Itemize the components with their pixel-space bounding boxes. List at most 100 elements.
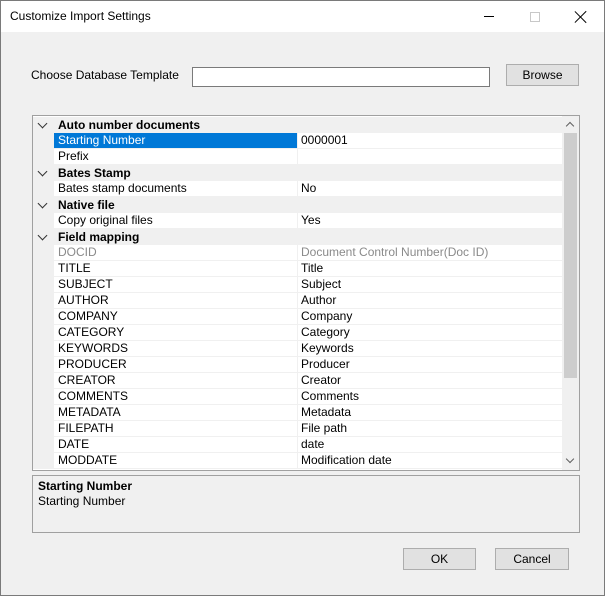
row-gutter [33,357,54,373]
title-bar: Customize Import Settings [1,1,604,32]
property-name[interactable]: TITLE [54,261,298,277]
property-row[interactable]: METADATA Metadata [33,405,562,421]
scroll-up-button[interactable] [562,116,579,133]
category-label: Field mapping [54,229,562,245]
property-grid[interactable]: Auto number documents Starting Number 0000… [32,115,580,471]
row-gutter [33,453,54,469]
property-row[interactable]: Starting Number 0000001 [33,133,562,149]
cancel-button[interactable]: Cancel [495,548,569,570]
property-value[interactable]: Metadata [298,405,562,421]
property-row[interactable]: PRODUCER Producer [33,357,562,373]
property-name[interactable]: Starting Number [54,133,298,149]
property-row[interactable]: COMPANY Company [33,309,562,325]
property-name[interactable]: Prefix [54,149,298,165]
property-grid-rows: Auto number documents Starting Number 0000… [33,117,562,469]
property-row[interactable]: CATEGORY Category [33,325,562,341]
category-toggle[interactable] [33,117,54,133]
chevron-down-icon [37,230,48,241]
row-gutter [33,149,54,165]
property-name[interactable]: COMPANY [54,309,298,325]
property-row[interactable]: Bates stamp documents No [33,181,562,197]
property-row[interactable]: TITLE Title [33,261,562,277]
row-gutter [33,421,54,437]
property-value[interactable]: Document Control Number(Doc ID) [298,245,562,261]
property-value[interactable] [298,149,562,165]
category-row[interactable]: Auto number documents [33,117,562,133]
property-name[interactable]: SUBJECT [54,277,298,293]
property-name[interactable]: CREATOR [54,373,298,389]
category-label: Native file [54,197,562,213]
property-name[interactable]: KEYWORDS [54,341,298,357]
scroll-down-button[interactable] [562,453,579,470]
property-value[interactable]: Subject [298,277,562,293]
property-row[interactable]: CREATOR Creator [33,373,562,389]
chevron-down-icon [37,166,48,177]
row-gutter [33,293,54,309]
property-row[interactable]: COMMENTS Comments [33,389,562,405]
property-value[interactable]: File path [298,421,562,437]
category-toggle[interactable] [33,197,54,213]
property-value[interactable]: Yes [298,213,562,229]
close-button[interactable] [558,1,604,32]
template-label: Choose Database Template [31,68,179,82]
property-name[interactable]: Bates stamp documents [54,181,298,197]
property-row[interactable]: DOCID Document Control Number(Doc ID) [33,245,562,261]
browse-button[interactable]: Browse [506,64,579,86]
category-toggle[interactable] [33,165,54,181]
row-gutter [33,213,54,229]
property-name[interactable]: FILEPATH [54,421,298,437]
category-label: Bates Stamp [54,165,562,181]
row-gutter [33,325,54,341]
property-row[interactable]: Prefix [33,149,562,165]
property-value[interactable]: 0000001 [298,133,562,149]
row-gutter [33,133,54,149]
category-row[interactable]: Bates Stamp [33,165,562,181]
property-row[interactable]: SUBJECT Subject [33,277,562,293]
category-row[interactable]: Native file [33,197,562,213]
property-value[interactable]: Company [298,309,562,325]
category-toggle[interactable] [33,229,54,245]
property-name[interactable]: COMMENTS [54,389,298,405]
property-value[interactable]: No [298,181,562,197]
row-gutter [33,437,54,453]
property-name[interactable]: CATEGORY [54,325,298,341]
property-row[interactable]: KEYWORDS Keywords [33,341,562,357]
property-row[interactable]: Copy original files Yes [33,213,562,229]
property-name[interactable]: PRODUCER [54,357,298,373]
row-gutter [33,245,54,261]
row-gutter [33,341,54,357]
row-gutter [33,277,54,293]
property-row[interactable]: FILEPATH File path [33,421,562,437]
scrollbar-thumb[interactable] [564,133,577,378]
vertical-scrollbar[interactable] [562,116,579,470]
row-gutter [33,373,54,389]
property-value[interactable]: Keywords [298,341,562,357]
close-icon [575,11,587,23]
row-gutter [33,389,54,405]
minimize-button[interactable] [466,1,512,32]
chevron-down-icon [37,198,48,209]
property-value[interactable]: date [298,437,562,453]
property-value[interactable]: Producer [298,357,562,373]
template-path-input[interactable] [192,67,490,87]
property-value[interactable]: Comments [298,389,562,405]
property-value[interactable]: Category [298,325,562,341]
property-value[interactable]: Title [298,261,562,277]
property-name[interactable]: DOCID [54,245,298,261]
property-name[interactable]: MODDATE [54,453,298,469]
property-value[interactable]: Modification date [298,453,562,469]
category-row[interactable]: Field mapping [33,229,562,245]
property-row[interactable]: DATE date [33,437,562,453]
property-value[interactable]: Creator [298,373,562,389]
window-title: Customize Import Settings [10,9,151,23]
property-name[interactable]: Copy original files [54,213,298,229]
property-name[interactable]: METADATA [54,405,298,421]
property-row[interactable]: MODDATE Modification date [33,453,562,469]
property-value[interactable]: Author [298,293,562,309]
property-name[interactable]: AUTHOR [54,293,298,309]
property-row[interactable]: AUTHOR Author [33,293,562,309]
ok-button[interactable]: OK [403,548,476,570]
property-name[interactable]: DATE [54,437,298,453]
dialog-window: Customize Import Settings Choose Databas… [0,0,605,596]
category-label: Auto number documents [54,117,562,133]
